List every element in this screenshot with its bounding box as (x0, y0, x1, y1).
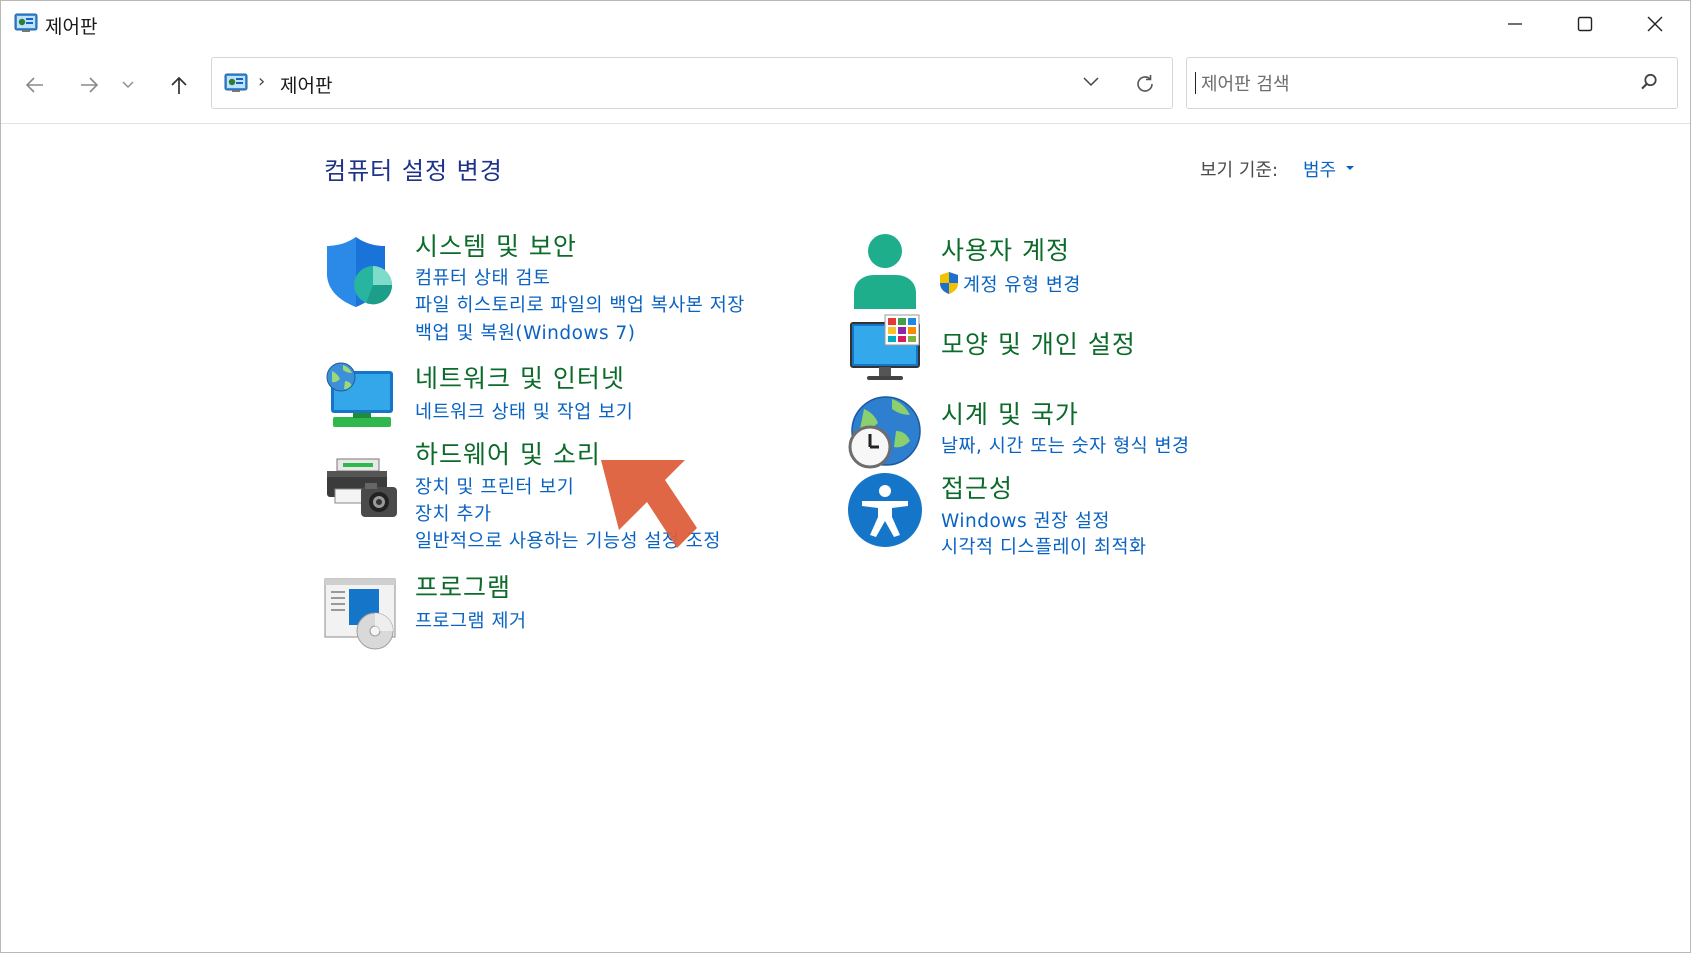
category-title[interactable]: 모양 및 개인 설정 (941, 325, 1136, 361)
link-windows-recommended-settings[interactable]: Windows 권장 설정 (941, 507, 1110, 533)
arrow-right-icon (81, 77, 99, 93)
control-panel-window: 제어판 › 제어판 제어판 검색 컴퓨터 설정 변경 보기 기준: 범주 시스템… (0, 0, 1691, 953)
search-icon[interactable] (1639, 72, 1659, 92)
refresh-icon (1137, 75, 1153, 92)
printer-camera-icon[interactable] (323, 447, 401, 525)
programs-disc-icon[interactable] (321, 573, 399, 651)
close-button[interactable] (1620, 1, 1690, 47)
network-globe-icon[interactable] (323, 361, 401, 439)
chevron-down-icon (122, 81, 134, 88)
window-title: 제어판 (45, 16, 98, 38)
breadcrumb-control-panel[interactable]: 제어판 (280, 71, 332, 98)
arrow-up-icon (171, 76, 187, 94)
address-bar[interactable]: › 제어판 (211, 57, 1173, 109)
page-title: 컴퓨터 설정 변경 (324, 157, 503, 185)
monitor-palette-icon[interactable] (847, 313, 925, 391)
user-icon[interactable] (846, 231, 924, 309)
link-uninstall-program[interactable]: 프로그램 제거 (415, 607, 527, 633)
link-file-history-backup[interactable]: 파일 히스토리로 파일의 백업 복사본 저장 (415, 291, 745, 317)
refresh-button[interactable] (1127, 66, 1161, 100)
navigation-bar: › 제어판 (1, 49, 1690, 124)
address-history-dropdown[interactable] (1074, 66, 1108, 100)
link-backup-restore[interactable]: 백업 및 복원(Windows 7) (415, 319, 636, 345)
control-panel-icon (14, 13, 38, 32)
category-title[interactable]: 하드웨어 및 소리 (415, 435, 601, 471)
category-title[interactable]: 시계 및 국가 (941, 395, 1079, 431)
view-by-dropdown[interactable]: 범주 (1303, 156, 1336, 182)
link-change-account-type[interactable]: 계정 유형 변경 (963, 271, 1081, 297)
search-input[interactable] (1199, 66, 1623, 102)
category-title[interactable]: 접근성 (941, 469, 1013, 505)
text-caret (1195, 72, 1196, 94)
arrow-left-icon (25, 77, 43, 93)
content-area: 컴퓨터 설정 변경 보기 기준: 범주 시스템 및 보안 컴퓨터 상태 검토 파… (1, 123, 1690, 952)
link-add-device[interactable]: 장치 추가 (415, 500, 491, 526)
recent-locations-button[interactable] (115, 65, 143, 105)
minimize-icon (1508, 23, 1522, 25)
category-title[interactable]: 사용자 계정 (941, 231, 1070, 267)
up-button[interactable] (159, 65, 199, 105)
breadcrumb-separator[interactable]: › (258, 71, 265, 92)
link-network-status[interactable]: 네트워크 상태 및 작업 보기 (415, 398, 633, 424)
link-devices-printers[interactable]: 장치 및 프린터 보기 (415, 473, 574, 499)
accessibility-icon[interactable] (846, 471, 924, 549)
view-by-label: 보기 기준: (1200, 160, 1279, 181)
back-button[interactable] (15, 65, 55, 105)
link-review-computer-status[interactable]: 컴퓨터 상태 검토 (415, 264, 550, 290)
link-date-time-number-format[interactable]: 날짜, 시간 또는 숫자 형식 변경 (941, 432, 1190, 458)
search-box[interactable] (1186, 57, 1678, 109)
maximize-button[interactable] (1550, 1, 1620, 47)
control-panel-icon (224, 73, 248, 92)
maximize-icon (1577, 16, 1593, 32)
annotation-arrow-icon (601, 460, 697, 548)
minimize-button[interactable] (1480, 1, 1550, 47)
forward-button[interactable] (69, 65, 109, 105)
link-optimize-visual-display[interactable]: 시각적 디스플레이 최적화 (941, 533, 1146, 559)
chevron-down-icon (1083, 77, 1099, 87)
close-icon (1647, 16, 1663, 32)
caret-down-icon[interactable] (1345, 165, 1355, 171)
uac-shield-icon (940, 272, 958, 294)
clock-globe-icon[interactable] (846, 393, 924, 471)
security-shield-icon[interactable] (321, 233, 399, 311)
category-title[interactable]: 네트워크 및 인터넷 (415, 359, 625, 395)
title-bar[interactable]: 제어판 (1, 1, 1690, 49)
category-title[interactable]: 프로그램 (415, 568, 511, 604)
category-title[interactable]: 시스템 및 보안 (415, 227, 577, 263)
